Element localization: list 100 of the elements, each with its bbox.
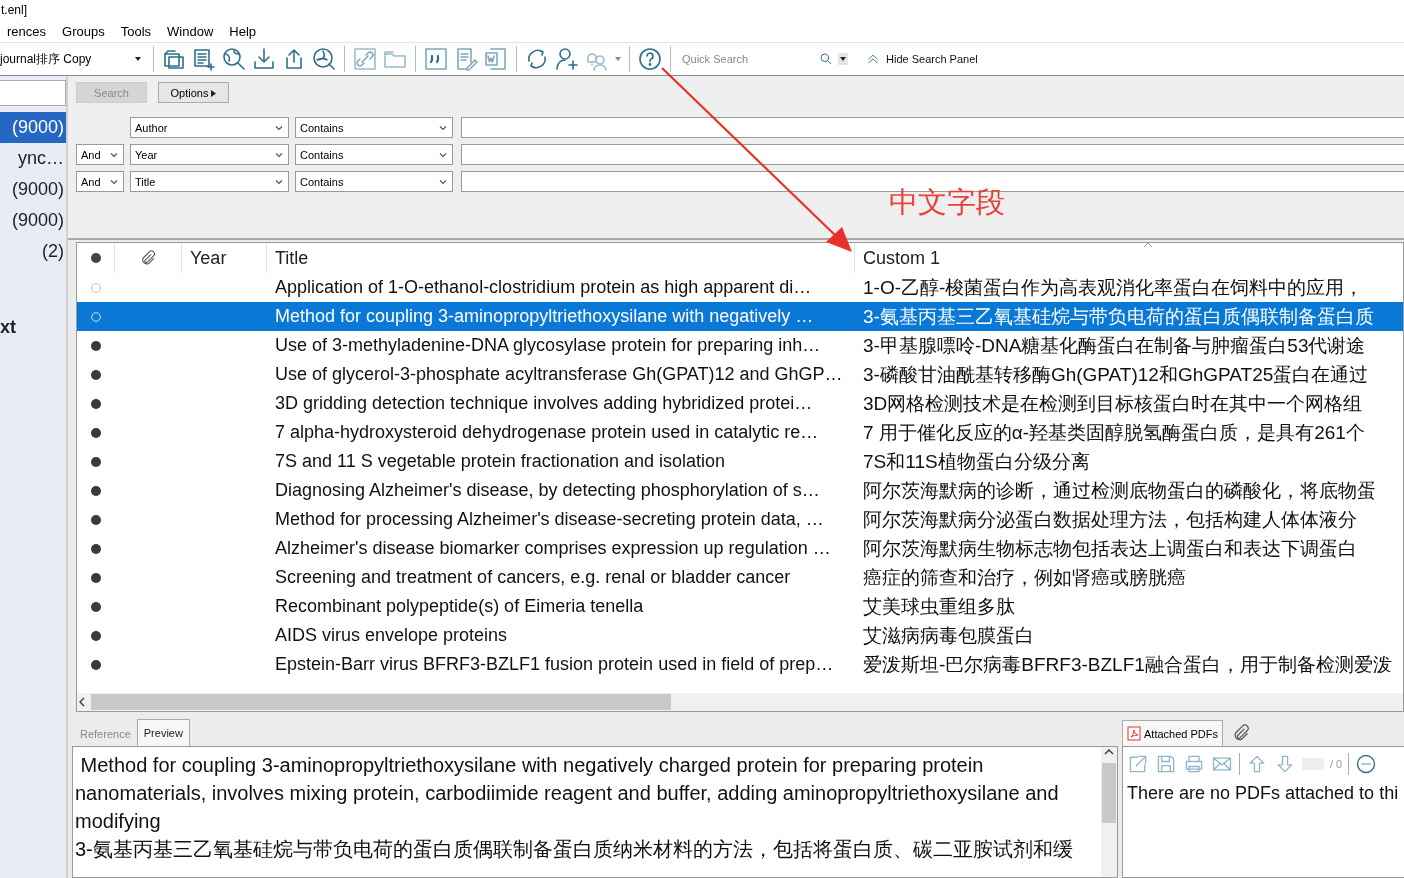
add-user-icon[interactable] bbox=[554, 46, 580, 72]
custom-field-cell-text: 3-氨基丙基三乙氧基硅烷与带负电荷的蛋白质偶联制备蛋白质 bbox=[863, 304, 1374, 329]
reference-row[interactable]: Use of glycerol-3-phosphate acyltransferase Gh(GPAT)12 and GhGP… 3-磷酸甘油酰基转移酶Gh(GPAT)12和GhGPAT25蛋白在通过 bbox=[77, 360, 1403, 389]
title-cell: 7 alpha-hydroxysteroid dehydrogenase protein used in catalytic re… bbox=[275, 422, 819, 443]
reference-row[interactable]: Use of 3-methyladenine-DNA glycosylase protein for preparing inh… 3-甲基腺嘌呤-DNA糖基化酶蛋白在制备与肿瘤蛋白53代谢途 bbox=[77, 331, 1403, 360]
menu-item[interactable]: Tools bbox=[113, 23, 159, 39]
preview-text-line: Method for coupling 3-aminopropyltriethoxysilane with negatively charged protein for preparing protein bbox=[79, 754, 984, 776]
connector-dropdown[interactable]: And bbox=[76, 171, 124, 192]
column-header[interactable]: Custom 1 bbox=[863, 247, 941, 269]
scroll-up-icon[interactable] bbox=[1104, 747, 1114, 757]
preview-text-line: modifying bbox=[75, 810, 161, 832]
scrollbar-thumb[interactable] bbox=[1102, 763, 1116, 823]
title-cell: 7S and 11 S vegetable protein fractionation and isolation bbox=[275, 451, 725, 472]
caret-icon bbox=[211, 89, 217, 97]
custom-field-cell-text: 3D网格检测技术是在检测到目标核蛋白时在其中一个网格组 bbox=[863, 391, 1363, 416]
no-pdf-message: There are no PDFs attached to thi bbox=[1127, 783, 1400, 804]
search-options-dropdown[interactable] bbox=[838, 53, 848, 65]
column-header[interactable]: Title bbox=[275, 247, 309, 269]
group-heading[interactable]: xt bbox=[0, 312, 66, 343]
search-field[interactable] bbox=[0, 80, 66, 106]
preview-text-line: nanomaterials, involves mixing protein, carbodiimide reagent and buffer, adding aminopropyltriethoxysilane and bbox=[75, 782, 1059, 804]
group-item[interactable]: (9000) bbox=[0, 174, 66, 205]
window-title: t.enl] bbox=[0, 3, 27, 17]
pdf-search-icon[interactable] bbox=[311, 46, 337, 72]
custom-field-cell-text: 阿尔茨海默病生物标志物包括表达上调蛋白和表达下调蛋白 bbox=[863, 536, 1357, 561]
reference-row[interactable]: Recombinant polypeptide(s) of Eimeria tenella 艾美球虫重组多肽 bbox=[77, 592, 1403, 621]
group-item[interactable]: (9000) bbox=[0, 112, 66, 143]
reference-row[interactable]: 3D gridding detection technique involves adding hybridized protei… 3D网格检测技术是在检测到目标核蛋白时在其中一个网格组 bbox=[77, 389, 1403, 418]
title-cell: Use of 3-methyladenine-DNA glycosylase protein for preparing inh… bbox=[275, 335, 821, 356]
reference-row[interactable]: 7S and 11 S vegetable protein fractionation and isolation 7S和11S植物蛋白分级分离 bbox=[77, 447, 1403, 476]
annotation-label: 中文字段 bbox=[889, 185, 1005, 220]
reference-row[interactable]: AIDS virus envelope proteins 艾滋病病毒包膜蛋白 bbox=[77, 621, 1403, 650]
reference-row[interactable]: Screening and treatment of cancers, e.g. renal or bladder cancer 癌症的筛查和治疗，例如肾癌或膀胱癌 bbox=[77, 563, 1403, 592]
search-value-field[interactable] bbox=[461, 144, 1404, 165]
field-dropdown[interactable]: Title bbox=[130, 171, 289, 192]
custom-field-cell-text: 艾美球虫重组多肽 bbox=[863, 594, 1015, 619]
search-value-field[interactable] bbox=[461, 117, 1404, 138]
page-count: / 0 bbox=[1330, 758, 1343, 770]
custom-field-cell-text: 艾滋病病毒包膜蛋白 bbox=[863, 623, 1034, 648]
custom-field-cell-text: 7 用于催化反应的α-羟基类固醇脱氢酶蛋白质，是具有261个 bbox=[863, 420, 1365, 445]
read-status-icon bbox=[90, 253, 101, 263]
add-list-icon[interactable] bbox=[191, 46, 217, 72]
title-cell: Application of 1-O-ethanol-clostridium protein as high apparent di… bbox=[275, 277, 812, 298]
reference-row[interactable]: Method for coupling 3-aminopropyltriethoxysilane with negatively … 3-氨基丙基三乙氧基硅烷与带负电荷的蛋白质偶联制备蛋白质 bbox=[77, 302, 1403, 331]
paperclip-icon bbox=[139, 249, 157, 267]
custom-field-cell-text: 阿尔茨海默病分泌蛋白数据处理方法，包括构建人体体液分 bbox=[863, 507, 1357, 532]
zoom-out-icon[interactable] bbox=[1355, 753, 1378, 775]
options-button[interactable]: Options bbox=[158, 82, 229, 103]
reference-row[interactable]: 7 alpha-hydroxysteroid dehydrogenase protein used in catalytic re… 7 用于催化反应的α-羟基类固醇脱氢酶蛋白质，是具有261个 bbox=[77, 418, 1403, 447]
group-item[interactable]: (2) bbox=[0, 236, 66, 267]
group-item[interactable]: (9000) bbox=[0, 205, 66, 236]
title-cell: Method for processing Alzheimer's disease-secreting protein data, … bbox=[275, 509, 824, 530]
field-dropdown[interactable]: Author bbox=[130, 117, 289, 138]
dropdown-caret-icon[interactable] bbox=[134, 56, 142, 62]
paperclip-icon[interactable] bbox=[1231, 723, 1251, 743]
operator-dropdown[interactable]: Contains bbox=[295, 144, 453, 165]
reference-row[interactable]: Method for processing Alzheimer's disease-secreting protein data, … 阿尔茨海默病分泌蛋白数据处理方法，包括构建人体体液分 bbox=[77, 505, 1403, 534]
hide-search-panel-button[interactable]: Hide Search Panel bbox=[866, 52, 978, 66]
custom-field-cell-text: 3-甲基腺嘌呤-DNA糖基化酶蛋白在制备与肿瘤蛋白53代谢途 bbox=[863, 333, 1366, 358]
connector-dropdown[interactable]: And bbox=[76, 144, 124, 165]
reference-row[interactable]: Diagnosing Alzheimer's disease, by detecting phosphorylation of s… 阿尔茨海默病的诊断，通过检测底物蛋白的磷酸化，将底物蛋 bbox=[77, 476, 1403, 505]
title-cell: Diagnosing Alzheimer's disease, by detecting phosphorylation of s… bbox=[275, 480, 820, 501]
reference-row[interactable]: Alzheimer's disease biomarker comprises expression up regulation … 阿尔茨海默病生物标志物包括表达上调蛋白和表达下调蛋白 bbox=[77, 534, 1403, 563]
attached-pdfs-tab[interactable]: Attached PDFs bbox=[1122, 720, 1223, 746]
double-chevron-up-icon[interactable] bbox=[866, 52, 880, 66]
download-icon[interactable] bbox=[251, 46, 277, 72]
pane-tab[interactable]: Preview bbox=[136, 719, 190, 746]
quick-search-field[interactable]: Quick Search bbox=[678, 53, 814, 65]
operator-dropdown[interactable]: Contains bbox=[295, 117, 453, 138]
menu-item[interactable]: Window bbox=[160, 23, 221, 39]
custom-field-cell-text: 阿尔茨海默病的诊断，通过检测底物蛋白的磷酸化，将底物蛋 bbox=[863, 478, 1376, 503]
field-dropdown[interactable]: Year bbox=[130, 144, 289, 165]
style-dropdown[interactable]: journal排序 Copy bbox=[0, 48, 146, 70]
custom-field-cell-text: 癌症的筛查和治疗，例如肾癌或膀胱癌 bbox=[863, 565, 1186, 590]
word-document-icon[interactable] bbox=[483, 46, 509, 72]
custom-field-cell-text: 7S和11S植物蛋白分级分离 bbox=[863, 449, 1090, 474]
menu-item[interactable]: rences bbox=[0, 23, 54, 39]
scrollbar-thumb[interactable] bbox=[91, 694, 671, 710]
dropdown-caret-icon bbox=[838, 56, 848, 62]
menu-item[interactable]: Help bbox=[222, 23, 264, 39]
quote-icon[interactable] bbox=[423, 46, 449, 72]
menu-item[interactable]: Groups bbox=[55, 23, 112, 39]
title-cell: Method for coupling 3-aminopropyltriethoxysilane with negatively … bbox=[275, 306, 814, 327]
reference-row[interactable]: Epstein-Barr virus BFRF3-BZLF1 fusion protein used in field of prep… 爱泼斯坦-巴尔病毒BFRF3-BZLF1融合蛋白，用于制备检测爱泼 bbox=[77, 650, 1403, 679]
preview-text-line: 3-氨基丙基三乙氧基硅烷与带负电荷的蛋白质偶联制备蛋白质纳米材料的方法，包括将蛋白质、碳二亚胺试剂和缓 bbox=[75, 838, 1073, 860]
group-item[interactable]: ync… bbox=[0, 143, 66, 174]
scroll-left-icon[interactable] bbox=[77, 697, 87, 707]
custom-field-cell-text: 3-磷酸甘油酰基转移酶Gh(GPAT)12和GhGPAT25蛋白在通过 bbox=[863, 362, 1369, 387]
title-cell: AIDS virus envelope proteins bbox=[275, 625, 508, 646]
globe-search-icon[interactable] bbox=[221, 46, 247, 72]
help-icon[interactable] bbox=[637, 46, 663, 72]
link-icon[interactable] bbox=[352, 46, 378, 72]
title-cell: Screening and treatment of cancers, e.g. renal or bladder cancer bbox=[275, 567, 791, 588]
custom-field-cell-text: 1-O-乙醇-梭菌蛋白作为高表观消化率蛋白在饲料中的应用， bbox=[863, 275, 1364, 300]
pdf-file-icon bbox=[1127, 726, 1141, 741]
operator-dropdown[interactable]: Contains bbox=[295, 171, 453, 192]
column-header[interactable]: Year bbox=[190, 247, 227, 269]
reference-row[interactable]: Application of 1-O-ethanol-clostridium protein as high apparent di… 1-O-乙醇-梭菌蛋白作为高表观消化率蛋白在饲料中的应用， bbox=[77, 273, 1403, 302]
search-icon[interactable] bbox=[818, 51, 834, 67]
custom-field-cell-text: 爱泼斯坦-巴尔病毒BFRF3-BZLF1融合蛋白，用于制备检测爱泼 bbox=[863, 652, 1392, 677]
